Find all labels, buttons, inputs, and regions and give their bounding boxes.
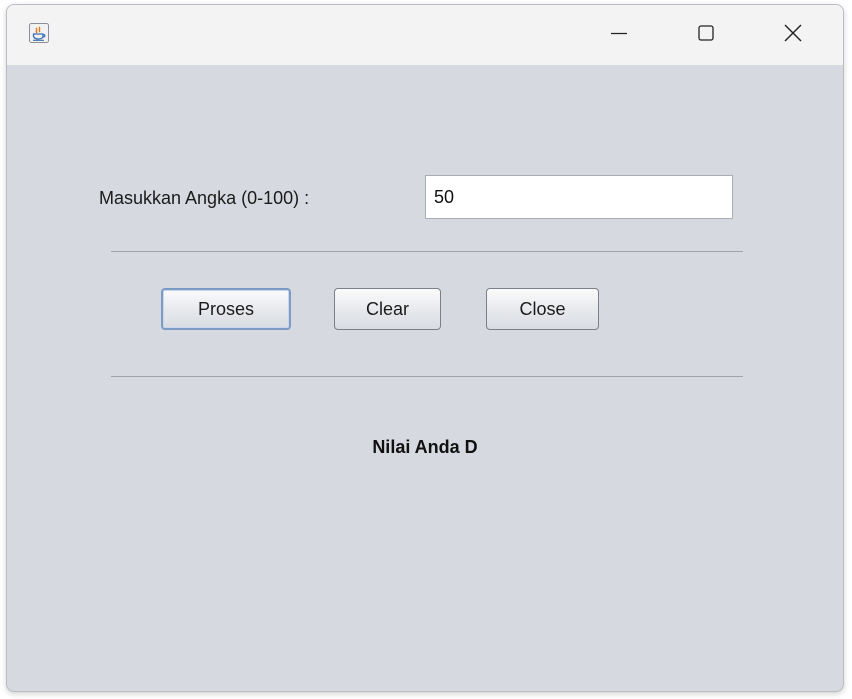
minimize-button[interactable] bbox=[590, 5, 648, 65]
proses-button[interactable]: Proses bbox=[161, 288, 291, 330]
divider-bottom bbox=[111, 376, 743, 377]
close-button[interactable]: Close bbox=[486, 288, 599, 330]
number-input[interactable] bbox=[425, 175, 733, 219]
maximize-button[interactable] bbox=[677, 5, 735, 65]
java-cup-icon bbox=[29, 23, 49, 43]
form-panel: Masukkan Angka (0-100) : Proses Clear Cl… bbox=[7, 65, 843, 691]
close-icon bbox=[783, 23, 803, 48]
number-input-label: Masukkan Angka (0-100) : bbox=[99, 188, 310, 208]
app-window: Masukkan Angka (0-100) : Proses Clear Cl… bbox=[6, 4, 844, 692]
divider-top bbox=[111, 251, 743, 252]
close-window-button[interactable] bbox=[764, 5, 822, 65]
maximize-icon bbox=[697, 24, 715, 47]
clear-button[interactable]: Clear bbox=[334, 288, 441, 330]
result-label: Nilai Anda D bbox=[372, 437, 478, 457]
title-bar bbox=[7, 5, 843, 65]
minimize-icon bbox=[610, 24, 628, 47]
